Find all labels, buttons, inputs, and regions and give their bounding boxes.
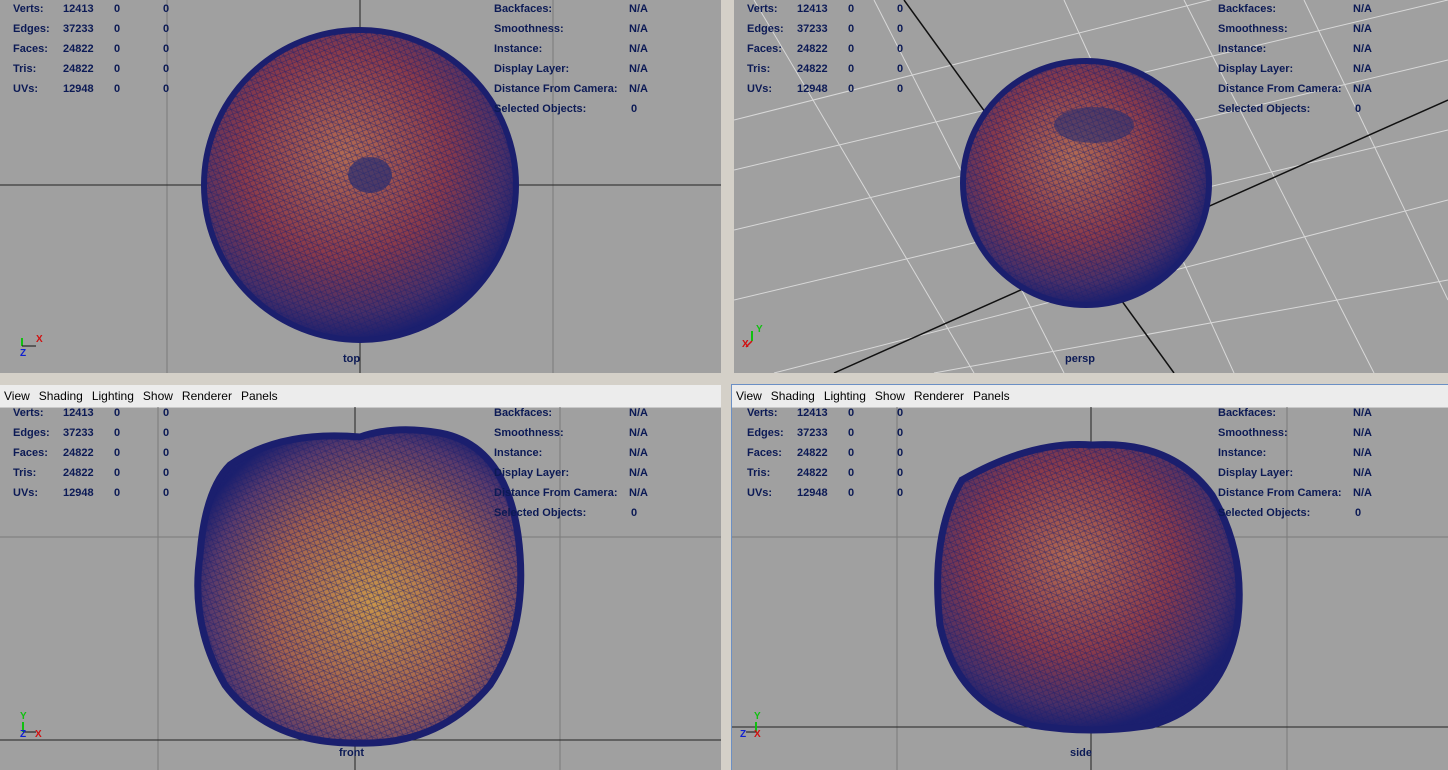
camera-name: front bbox=[339, 747, 365, 759]
viewport-side[interactable]: View Shading Lighting Show Renderer Pane… bbox=[731, 384, 1448, 770]
hud-info: Backfaces: N/A Smoothness: N/A Instance: N/… bbox=[494, 3, 648, 115]
camera-name: side bbox=[1070, 747, 1093, 759]
apple-mesh-side bbox=[934, 440, 1243, 734]
hud-info: Backfaces: N/A Smoothness: N/A Instance: N/… bbox=[1218, 3, 1372, 115]
hud-stats: Verts: 12413 0 0 Edges: 37233 0 0 Faces: 24822 0… bbox=[13, 407, 170, 499]
axis-gizmo: Y Z X bbox=[740, 711, 761, 740]
viewport-top[interactable]: Verts: 12413 0 0 Edges: 37233 0 0 Faces: 24822 0… bbox=[0, 0, 721, 373]
hud-stats: Verts: 12413 0 0 Edges: 37233 0 0 Faces: 24822 0… bbox=[13, 0, 213, 99]
viewport-front[interactable]: View Shading Lighting Show Renderer Pane… bbox=[0, 385, 721, 770]
camera-name: persp bbox=[1065, 353, 1095, 365]
hud-row: Tris: 24822 0 0 bbox=[13, 63, 170, 75]
hud-stats: Verts: 12413 0 0 Edges: 37233 0 0 Faces: 24822 0… bbox=[747, 407, 904, 499]
hud-info: Backfaces: N/A Smoothness: N/A Instance: N/… bbox=[1218, 407, 1372, 519]
hud-row: UVs: 12948 0 0 bbox=[13, 83, 170, 95]
hud-row: Edges: 37233 0 0 bbox=[13, 23, 170, 35]
axis-gizmo: Y X bbox=[742, 324, 763, 350]
apple-mesh-persp bbox=[960, 58, 1212, 308]
axis-gizmo: X Z bbox=[20, 334, 43, 359]
hud-row: Faces: 24822 0 0 bbox=[13, 43, 170, 55]
apple-mesh-top bbox=[201, 27, 519, 343]
apple-mesh-front bbox=[194, 426, 525, 747]
hud-info: Backfaces: N/A Smoothness: N/A Instance: N/… bbox=[494, 407, 648, 519]
camera-name: top bbox=[343, 353, 361, 365]
hud-row: Verts: 12413 0 0 bbox=[13, 3, 170, 15]
axis-gizmo: Y X Z bbox=[20, 711, 42, 740]
hud-stats: Verts: 12413 0 0 Edges: 37233 0 0 Faces: 24822 0… bbox=[747, 3, 904, 95]
viewport-persp[interactable]: Verts: 12413 0 0 Edges: 37233 0 0 Faces: 24822 0… bbox=[734, 0, 1448, 373]
